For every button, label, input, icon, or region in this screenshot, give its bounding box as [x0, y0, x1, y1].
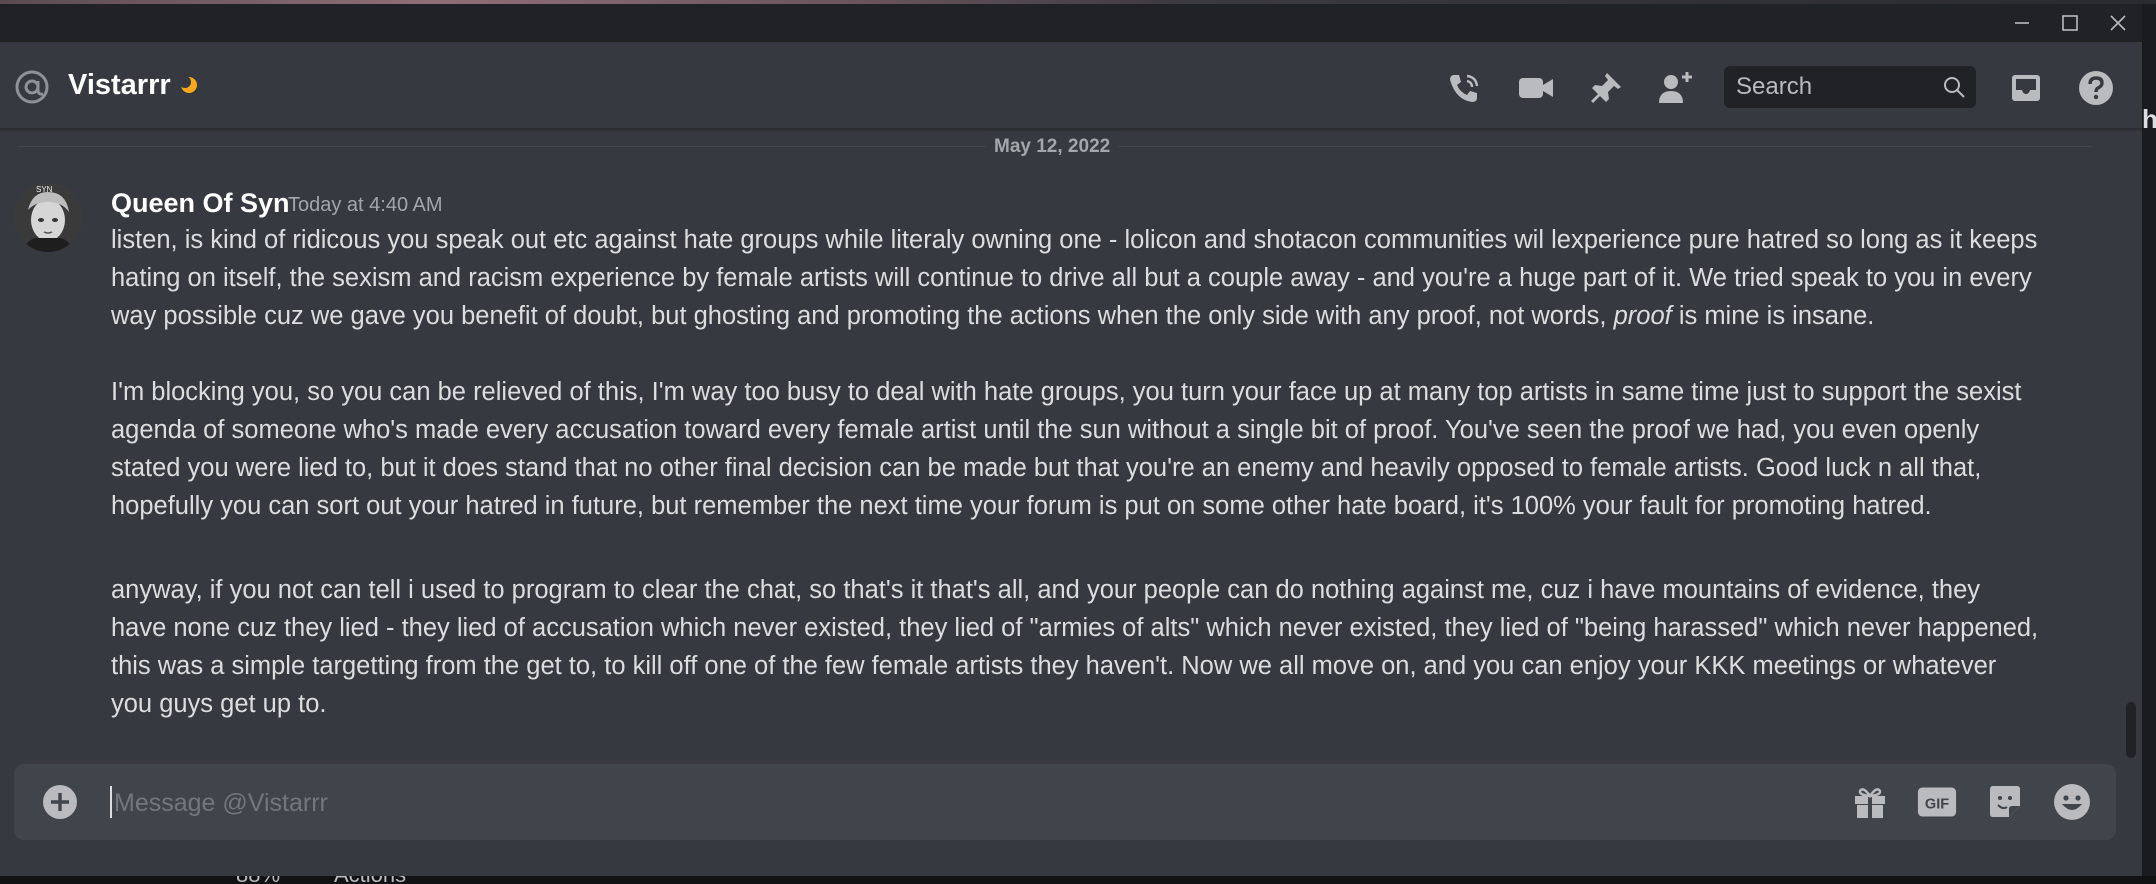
zoom-level[interactable]: 88% — [236, 876, 280, 884]
message-content-3: anyway, if you not can tell i used to pr… — [111, 576, 2039, 718]
message-emphasis: proof — [1613, 302, 1672, 330]
svg-text:SYN: SYN — [36, 185, 53, 194]
message-author[interactable]: Queen Of Syn — [111, 186, 290, 220]
avatar[interactable]: SYN — [14, 184, 82, 252]
bottom-toolbar: 88% Actions — [0, 876, 2156, 884]
call-icon — [1450, 74, 1479, 102]
add-member-icon — [1659, 72, 1692, 103]
help-icon — [2079, 71, 2113, 105]
help-button[interactable] — [2072, 64, 2120, 112]
at-icon — [15, 70, 49, 104]
video-icon — [1519, 78, 1553, 98]
maximize-icon — [2062, 15, 2078, 31]
pin-icon — [1591, 73, 1621, 103]
scrollbar-track[interactable] — [2124, 134, 2138, 759]
search-box[interactable]: Search — [1724, 66, 1976, 108]
message-timestamp: Today at 4:40 AM — [288, 194, 443, 216]
sticker-picker-button[interactable] — [1985, 782, 2025, 822]
gif-label: GIF — [1925, 796, 1949, 812]
emoji-icon — [2054, 784, 2090, 820]
channel-header: Vistarrr Search h — [0, 42, 2156, 134]
message-input[interactable] — [112, 776, 1856, 830]
scrollbar-thumb[interactable] — [2126, 702, 2136, 758]
maximize-button[interactable] — [2050, 8, 2090, 38]
channel-name[interactable]: Vistarrr — [68, 66, 171, 104]
message-composer: GIF — [14, 764, 2116, 840]
message-content-1: listen, is kind of ridicous you speak ou… — [111, 221, 2041, 335]
sticker-icon — [1990, 786, 2020, 817]
pinned-messages-button[interactable] — [1582, 64, 1630, 112]
plus-circle-icon[interactable] — [42, 784, 78, 820]
add-friends-to-dm-button[interactable] — [1652, 64, 1700, 112]
title-bar — [0, 4, 2142, 42]
minimize-button[interactable] — [2002, 8, 2042, 38]
close-icon — [2110, 15, 2126, 31]
message-content-2: I'm blocking you, so you can be relieved… — [111, 378, 2022, 520]
search-placeholder: Search — [1736, 73, 1813, 100]
message-text: is mine is insane. — [1678, 302, 1875, 330]
avatar-photo: SYN — [14, 184, 82, 252]
gift-icon — [1855, 788, 1885, 818]
date-divider: May 12, 2022 — [986, 132, 1119, 162]
emoji-picker-button[interactable] — [2052, 782, 2092, 822]
close-button[interactable] — [2098, 8, 2138, 38]
moon-icon — [179, 76, 197, 93]
inbox-button[interactable] — [2002, 64, 2050, 112]
offscreen-text-fragment: h — [2142, 104, 2156, 134]
minimize-icon — [2015, 22, 2029, 24]
inbox-icon — [2012, 75, 2040, 101]
start-video-call-button[interactable] — [1512, 64, 1560, 112]
start-voice-call-button[interactable] — [1440, 64, 1488, 112]
actions-menu[interactable]: Actions — [334, 876, 406, 884]
send-gift-button[interactable] — [1850, 782, 1890, 822]
discord-window: Vistarrr Search h May 12, 2022 SYN Queen… — [0, 4, 2156, 876]
gif-icon: GIF — [1917, 787, 1957, 817]
search-icon — [1944, 77, 1965, 98]
gif-picker-button[interactable]: GIF — [1917, 782, 1957, 822]
